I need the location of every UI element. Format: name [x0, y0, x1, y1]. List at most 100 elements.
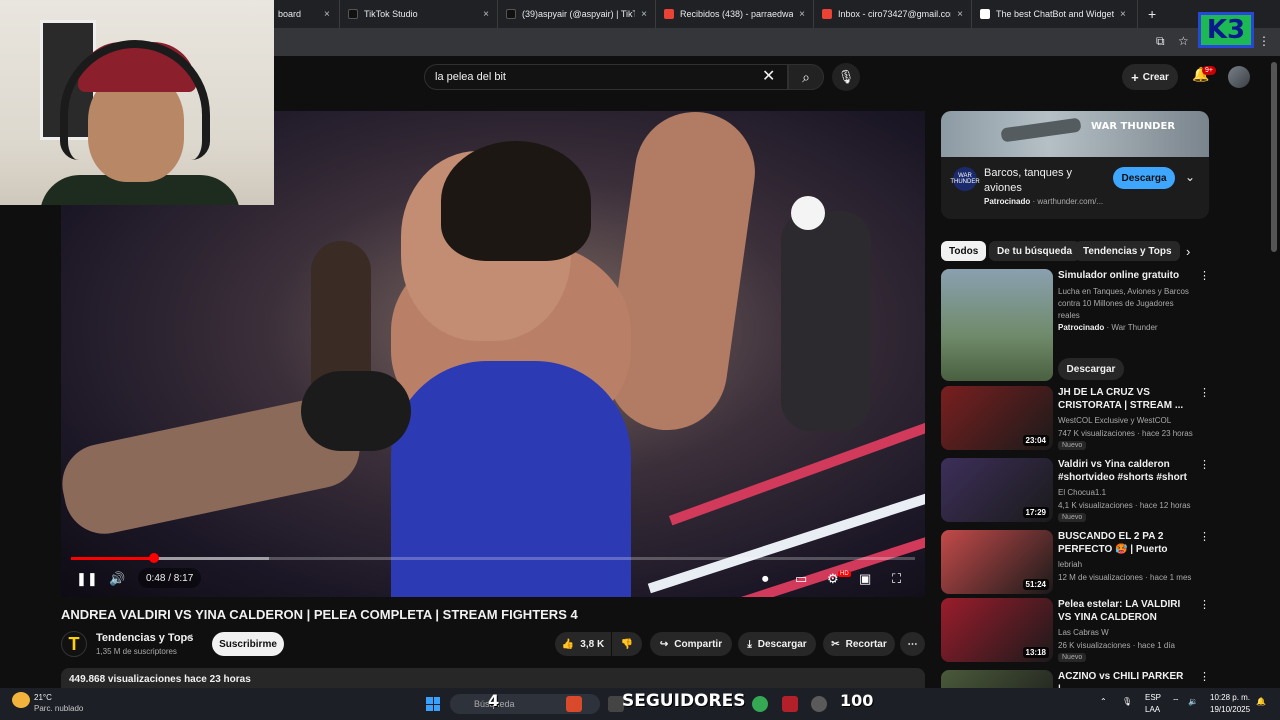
recommended-video[interactable]: 23:04 JH DE LA CRUZ VS CRISTORATA | STRE… [941, 386, 1271, 452]
chevron-right-icon[interactable]: › [1186, 244, 1190, 259]
close-icon[interactable]: × [1120, 9, 1126, 20]
chip-all[interactable]: Todos [941, 241, 987, 261]
close-icon[interactable]: × [641, 9, 647, 20]
tab-label: The best ChatBot and Widgets [996, 9, 1114, 19]
close-icon[interactable]: × [483, 9, 489, 20]
voice-search-button[interactable]: 🎙 [832, 63, 860, 91]
sponsored-thumbnail[interactable] [941, 269, 1053, 381]
clip-button[interactable]: ✂ Recortar [823, 632, 895, 656]
video-thumbnail[interactable]: 13:18 [941, 598, 1053, 662]
new-tab-button[interactable]: + [1148, 6, 1156, 22]
ad-title[interactable]: Barcos, tanques y aviones [984, 166, 1104, 196]
cast-icon[interactable]: ⧉ [1156, 34, 1165, 49]
video-title[interactable]: Pelea estelar: LA VALDIRI VS YINA CALDER… [1058, 598, 1188, 624]
page-scrollbar[interactable] [1271, 62, 1277, 252]
channel-name[interactable]: WestCOL Exclusive y WestCOL [1058, 416, 1171, 425]
weather-description: Parc. nublado [34, 704, 84, 713]
menu-kebab-icon[interactable]: ⋮ [1258, 34, 1270, 48]
recommended-video[interactable]: 13:18 Pelea estelar: LA VALDIRI VS YINA … [941, 598, 1271, 664]
volume-icon[interactable]: 🔊 [109, 571, 125, 587]
more-vert-icon[interactable]: ⋮ [1199, 269, 1210, 282]
channel-name[interactable]: Las Cabras W [1058, 628, 1109, 637]
app-icon[interactable] [782, 696, 798, 712]
settings-gear-icon[interactable]: ⚙ [827, 571, 839, 587]
autoplay-toggle-icon[interactable]: ⏺ [762, 571, 769, 587]
ad-download-button[interactable]: Descarga [1113, 167, 1175, 189]
weather-temperature[interactable]: 21°C [34, 693, 52, 702]
fullscreen-icon[interactable]: ⛶ [892, 571, 901, 587]
video-thumbnail[interactable]: 51:24 [941, 530, 1053, 594]
progress-scrubber[interactable] [148, 553, 159, 563]
clear-search-icon[interactable]: ✕ [762, 66, 775, 86]
like-button[interactable]: 👍 3,8 K [555, 632, 611, 656]
bookmark-star-icon[interactable]: ☆ [1178, 34, 1189, 48]
windows-logo-pane [426, 704, 433, 711]
chip-channel[interactable]: Tendencias y Tops [1075, 241, 1180, 261]
wifi-icon[interactable]: ⌔ [1172, 697, 1180, 707]
weather-icon[interactable] [12, 692, 30, 708]
chrome-icon[interactable] [752, 696, 768, 712]
recommended-video[interactable]: ACZINO vs CHILI PARKER | ... ⋮ [941, 670, 1271, 688]
app-icon[interactable] [566, 696, 582, 712]
app-icon[interactable] [811, 696, 827, 712]
more-vert-icon[interactable]: ⋮ [1199, 530, 1210, 543]
browser-tab[interactable]: Inbox - ciro73427@gmail.com × [814, 0, 972, 28]
pause-icon[interactable]: ❚❚ [76, 571, 98, 587]
video-thumbnail[interactable]: 17:29 [941, 458, 1053, 522]
video-thumbnail[interactable] [941, 670, 1053, 688]
ad-banner-image[interactable]: WAR THUNDER [941, 111, 1209, 157]
browser-tab[interactable]: TikTok Studio × [340, 0, 498, 28]
browser-tab[interactable]: The best ChatBot and Widgets × [972, 0, 1138, 28]
share-button[interactable]: ↪ Compartir [650, 632, 732, 656]
create-button[interactable]: + Crear [1122, 64, 1178, 90]
search-input[interactable]: la pelea del bit [424, 64, 788, 90]
sponsored-video[interactable]: Simulador online gratuito Lucha en Tanqu… [941, 269, 1271, 381]
dislike-button[interactable]: 👎 [612, 632, 642, 656]
chevron-down-icon[interactable]: ⌄ [1185, 170, 1195, 184]
mic-tray-icon[interactable]: 🎙 [1122, 697, 1132, 706]
chevron-up-icon[interactable]: ⌃ [1100, 697, 1107, 706]
more-vert-icon[interactable]: ⋮ [1199, 458, 1210, 471]
download-button[interactable]: ⤓ Descargar [738, 632, 816, 656]
browser-tab[interactable]: Recibidos (438) - parraedwar1@ × [656, 0, 814, 28]
channel-name[interactable]: lebriah [1058, 560, 1082, 569]
views-and-date: 449.868 visualizaciones hace 23 horas [69, 674, 251, 685]
chip-from-search[interactable]: De tu búsqueda [989, 241, 1081, 261]
more-actions-button[interactable]: ⋯ [900, 632, 925, 656]
subscribe-button[interactable]: Suscribirme [212, 632, 284, 656]
close-icon[interactable]: × [324, 9, 330, 20]
download-icon: ⤓ [747, 638, 752, 650]
close-icon[interactable]: × [799, 9, 805, 20]
speaker-icon[interactable]: 🔉 [1188, 697, 1198, 706]
video-title[interactable]: JH DE LA CRUZ VS CRISTORATA | STREAM ... [1058, 386, 1188, 412]
channel-name[interactable]: El Chocua1.1 [1058, 488, 1106, 497]
language-code[interactable]: ESP [1145, 693, 1161, 702]
channel-avatar[interactable]: T [61, 631, 87, 657]
account-avatar[interactable] [1228, 66, 1250, 88]
clock-time[interactable]: 10:28 p. m. [1210, 693, 1250, 702]
notification-center-icon[interactable]: 🔔 [1256, 697, 1266, 706]
sponsored-download-button[interactable]: Descargar [1058, 358, 1124, 380]
more-vert-icon[interactable]: ⋮ [1199, 670, 1210, 683]
browser-tab[interactable]: board × [270, 0, 340, 28]
close-icon[interactable]: × [957, 9, 963, 20]
ad-meta: Patrocinado · warthunder.com/... [984, 197, 1104, 206]
more-vert-icon[interactable]: ⋮ [1199, 386, 1210, 399]
channel-name[interactable]: Tendencias y Tops [96, 632, 193, 644]
time-display: 0:48 / 8:17 [138, 568, 202, 588]
subscriber-count: 1,35 M de suscriptores [96, 647, 177, 656]
recommended-video[interactable]: 17:29 Valdiri vs Yina calderon #shortvid… [941, 458, 1271, 524]
video-title[interactable]: BUSCANDO EL 2 PA 2 PERFECTO 🥵 | Puerto r… [1058, 530, 1188, 556]
subtitles-icon[interactable]: ▭ [795, 571, 807, 587]
windows-start-icon[interactable] [426, 697, 440, 711]
video-title[interactable]: Valdiri vs Yina calderon #shortvideo #sh… [1058, 458, 1188, 484]
video-title[interactable]: ACZINO vs CHILI PARKER | ... [1058, 670, 1188, 688]
search-button[interactable]: ⌕ [788, 64, 824, 90]
browser-tab[interactable]: (39)aspyair (@aspyair) | TikTok × [498, 0, 656, 28]
sponsored-label: Patrocinado [1058, 323, 1105, 332]
recommended-video[interactable]: 51:24 BUSCANDO EL 2 PA 2 PERFECTO 🥵 | Pu… [941, 530, 1271, 596]
miniplayer-icon[interactable]: ▣ [859, 571, 871, 587]
video-thumbnail[interactable]: 23:04 [941, 386, 1053, 450]
more-vert-icon[interactable]: ⋮ [1199, 598, 1210, 611]
sponsored-title[interactable]: Simulador online gratuito [1058, 269, 1188, 282]
